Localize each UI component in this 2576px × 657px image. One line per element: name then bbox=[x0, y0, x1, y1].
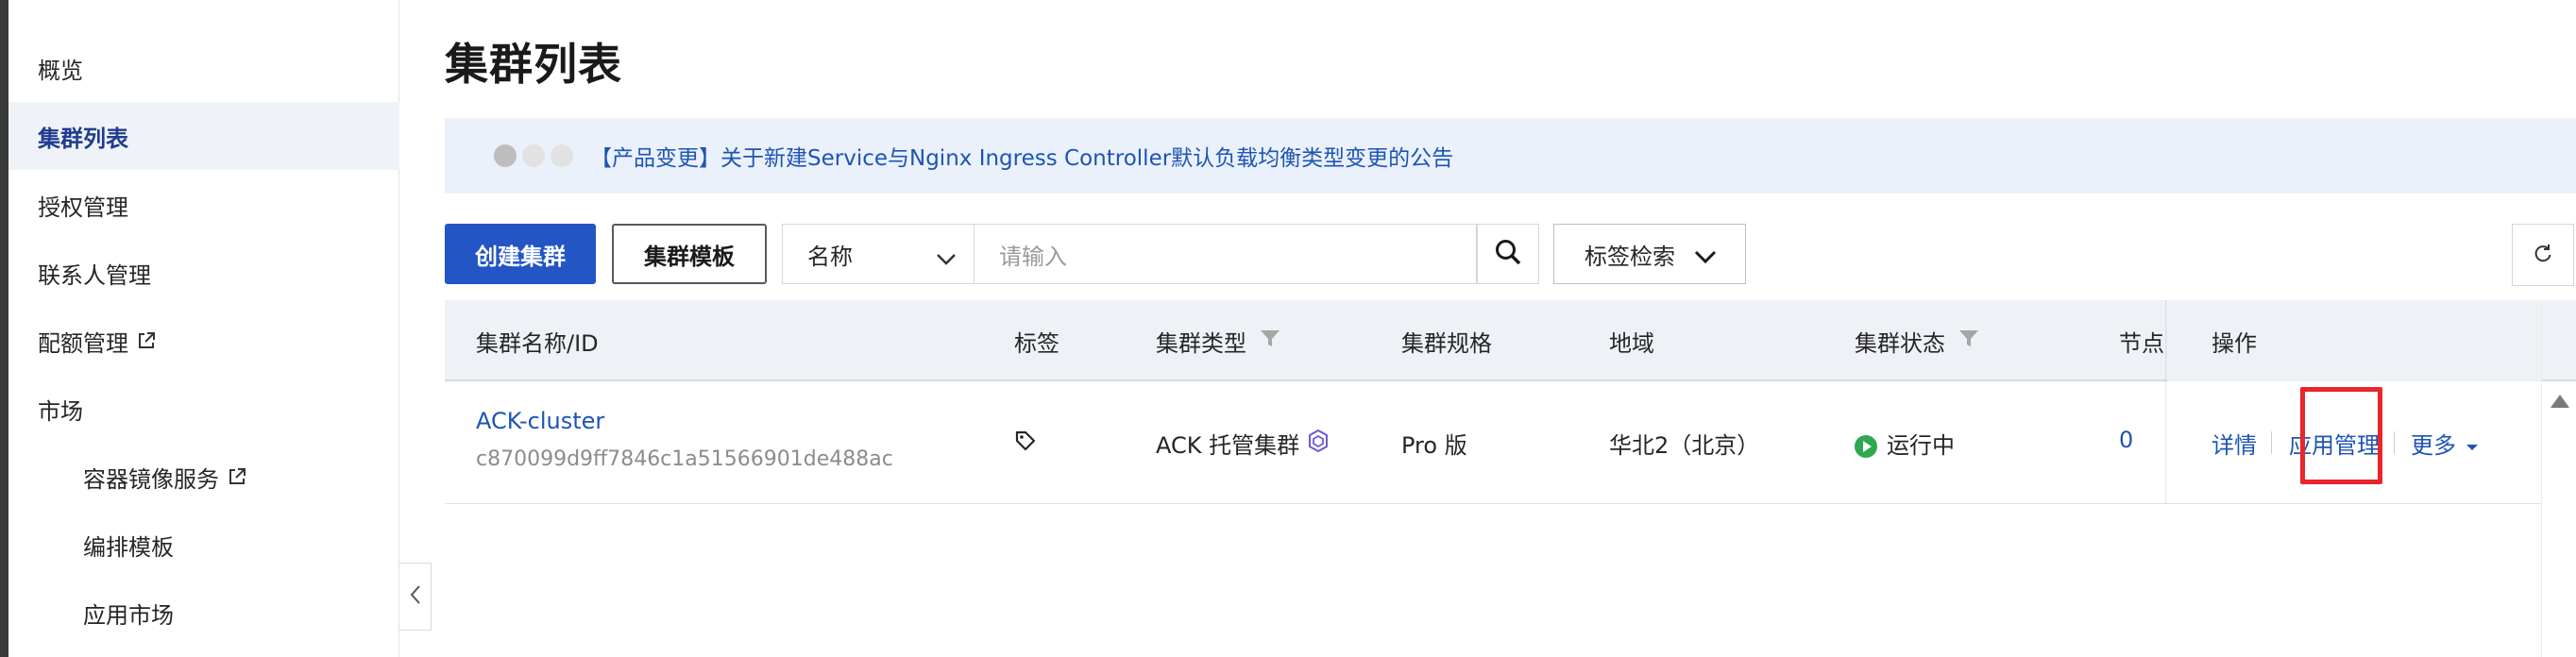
status-label: 运行中 bbox=[1887, 432, 1955, 459]
tag-icon[interactable] bbox=[1014, 430, 1037, 458]
external-link-icon bbox=[227, 466, 247, 487]
cluster-id: c870099d9ff7846c1a51566901de488ac bbox=[476, 447, 893, 471]
sidebar-item-label: 概览 bbox=[38, 57, 83, 84]
sidebar-item-label: 配额管理 bbox=[38, 329, 128, 357]
column-header-ops: 操作 bbox=[2212, 329, 2257, 357]
carousel-dot[interactable] bbox=[522, 144, 545, 167]
vertical-scrollbar[interactable] bbox=[2541, 300, 2576, 657]
filter-icon[interactable] bbox=[1260, 328, 1280, 354]
cluster-name-link[interactable]: ACK-cluster bbox=[476, 408, 604, 434]
sidebar-item-container-registry[interactable]: 容器镜像服务 bbox=[8, 443, 399, 511]
sidebar-item-cluster-list[interactable]: 集群列表 bbox=[8, 102, 399, 170]
column-header-status[interactable]: 集群状态 bbox=[1855, 300, 1979, 381]
ops-header-bg: 操作 bbox=[2167, 300, 2541, 381]
caret-down-icon bbox=[2466, 430, 2479, 457]
cluster-type-cell: ACK 托管集群 bbox=[1156, 427, 1330, 460]
cluster-spec: Pro 版 bbox=[1401, 432, 1467, 459]
page-title: 集群列表 bbox=[445, 39, 622, 90]
carousel-dots bbox=[494, 144, 573, 167]
search-placeholder: 请输入 bbox=[999, 243, 1067, 270]
refresh-icon bbox=[2533, 243, 2553, 267]
scrollbar-header-cap bbox=[2542, 300, 2576, 381]
refresh-button[interactable] bbox=[2512, 224, 2574, 286]
more-actions-dropdown[interactable]: 更多 bbox=[2411, 427, 2479, 460]
create-cluster-button[interactable]: 创建集群 bbox=[445, 224, 596, 284]
sidebar-item-contacts[interactable]: 联系人管理 bbox=[8, 239, 399, 307]
search-icon bbox=[1494, 238, 1522, 270]
detail-link[interactable]: 详情 bbox=[2212, 427, 2257, 460]
column-header-spec: 集群规格 bbox=[1401, 329, 1492, 357]
running-status-icon bbox=[1855, 435, 1877, 458]
search-input[interactable]: 请输入 bbox=[974, 224, 1477, 284]
external-link-icon bbox=[136, 330, 157, 351]
sidebar-item-label: 编排模板 bbox=[83, 533, 174, 561]
scroll-up-arrow-icon[interactable] bbox=[2551, 395, 2569, 408]
chevron-down-icon bbox=[936, 245, 957, 272]
highlight-box bbox=[2300, 387, 2382, 484]
sidebar-item-label: 集群列表 bbox=[38, 125, 128, 152]
column-header-region: 地域 bbox=[1609, 329, 1654, 357]
window-edge bbox=[0, 0, 8, 657]
sidebar-item-label: 容器镜像服务 bbox=[83, 465, 219, 493]
search-button[interactable] bbox=[1477, 224, 1539, 284]
cluster-region: 华北2（北京） bbox=[1609, 432, 1760, 459]
column-header-tags: 标签 bbox=[1014, 329, 1059, 357]
fixed-column-shadow bbox=[2165, 300, 2167, 504]
sidebar-collapse-button[interactable] bbox=[399, 563, 432, 631]
sidebar-item-market[interactable]: 市场 bbox=[8, 375, 399, 443]
chevron-down-icon bbox=[1694, 244, 1717, 271]
node-count-link[interactable]: 0 bbox=[2119, 427, 2133, 453]
sidebar-item-overview[interactable]: 概览 bbox=[8, 34, 399, 102]
carousel-dot[interactable] bbox=[494, 144, 517, 167]
column-header-nodes: 节点 bbox=[2119, 329, 2164, 357]
announcement-link[interactable]: 【产品变更】关于新建Service与Nginx Ingress Controll… bbox=[590, 140, 1453, 172]
sidebar-item-orchestration-templates[interactable]: 编排模板 bbox=[8, 511, 399, 579]
chevron-left-icon bbox=[409, 583, 422, 610]
action-separator bbox=[2394, 431, 2395, 454]
action-separator bbox=[2271, 431, 2272, 454]
column-header-name: 集群名称/ID bbox=[476, 329, 599, 357]
cluster-template-button[interactable]: 集群模板 bbox=[612, 224, 767, 284]
tag-search-label: 标签检索 bbox=[1585, 243, 1675, 270]
column-header-label: 集群状态 bbox=[1855, 329, 1945, 357]
carousel-dot[interactable] bbox=[551, 144, 573, 167]
sidebar-item-label: 市场 bbox=[38, 397, 83, 425]
sidebar-item-label: 应用市场 bbox=[83, 601, 174, 629]
announcement-banner: 【产品变更】关于新建Service与Nginx Ingress Controll… bbox=[445, 118, 2576, 194]
filter-icon[interactable] bbox=[1958, 328, 1979, 354]
sidebar-item-authorization[interactable]: 授权管理 bbox=[8, 171, 399, 239]
sidebar-item-quota[interactable]: 配额管理 bbox=[8, 307, 399, 375]
column-header-type[interactable]: 集群类型 bbox=[1156, 300, 1280, 381]
more-label: 更多 bbox=[2411, 432, 2456, 459]
search-field-select[interactable]: 名称 bbox=[782, 224, 974, 284]
managed-cluster-icon bbox=[1307, 429, 1330, 459]
column-header-label: 集群类型 bbox=[1156, 329, 1246, 357]
cluster-type: ACK 托管集群 bbox=[1156, 432, 1300, 459]
cluster-status: 运行中 bbox=[1855, 427, 1955, 460]
tag-search-dropdown[interactable]: 标签检索 bbox=[1553, 224, 1746, 284]
sidebar-item-app-market[interactable]: 应用市场 bbox=[8, 579, 399, 647]
sidebar-item-label: 联系人管理 bbox=[38, 261, 151, 289]
select-value: 名称 bbox=[807, 243, 853, 270]
sidebar: 概览 集群列表 授权管理 联系人管理 配额管理 市场 容器镜像服务 编排模板 应… bbox=[8, 0, 399, 657]
sidebar-item-label: 授权管理 bbox=[38, 194, 128, 221]
